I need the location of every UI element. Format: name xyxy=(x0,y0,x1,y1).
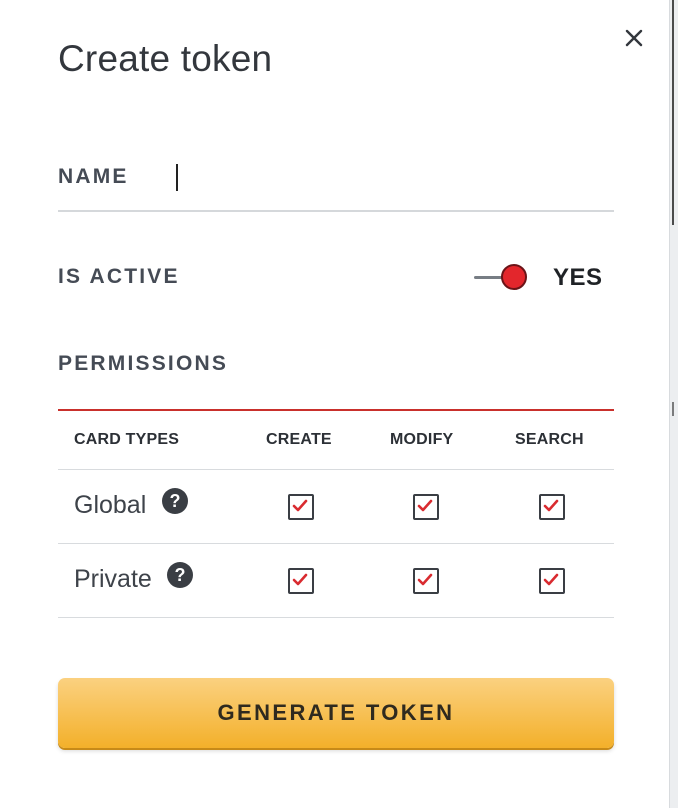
edge-shadow xyxy=(672,0,674,225)
checkmark-icon xyxy=(417,573,433,586)
column-header-card-types: CARD TYPES xyxy=(74,431,180,448)
question-circle-icon[interactable]: ? xyxy=(162,488,188,514)
table-row: Private ? xyxy=(58,544,614,618)
private-modify-checkbox[interactable] xyxy=(413,568,439,594)
global-modify-checkbox[interactable] xyxy=(413,494,439,520)
create-token-dialog: Create token NAME IS ACTIVE YES PERMISSI… xyxy=(0,0,670,808)
global-create-checkbox[interactable] xyxy=(288,494,314,520)
column-header-modify: MODIFY xyxy=(390,431,454,448)
close-button[interactable] xyxy=(622,26,646,50)
name-input[interactable] xyxy=(166,154,614,212)
checkmark-icon xyxy=(417,499,433,512)
card-type-name: Global xyxy=(74,491,147,519)
question-circle-icon[interactable]: ? xyxy=(167,562,193,588)
permissions-table: CARD TYPES CREATE MODIFY SEARCH Global ?… xyxy=(58,409,614,618)
global-search-checkbox[interactable] xyxy=(539,494,565,520)
dialog-title: Create token xyxy=(58,38,273,79)
table-row: Global ? xyxy=(58,470,614,544)
toggle-knob[interactable] xyxy=(501,264,527,290)
private-search-checkbox[interactable] xyxy=(539,568,565,594)
window-edge xyxy=(669,0,678,808)
card-type-name: Private xyxy=(74,565,152,593)
private-create-checkbox[interactable] xyxy=(288,568,314,594)
is-active-state: YES xyxy=(553,264,603,291)
checkmark-icon xyxy=(543,499,559,512)
column-header-search: SEARCH xyxy=(515,431,584,448)
checkmark-icon xyxy=(292,499,308,512)
close-icon[interactable] xyxy=(622,26,646,50)
checkmark-icon xyxy=(292,573,308,586)
checkmark-icon xyxy=(543,573,559,586)
is-active-label: IS ACTIVE xyxy=(58,265,180,288)
edge-shadow xyxy=(672,402,674,416)
name-label: NAME xyxy=(58,165,129,188)
text-caret xyxy=(176,164,178,191)
permissions-label: PERMISSIONS xyxy=(58,352,229,375)
column-header-create: CREATE xyxy=(266,431,332,448)
name-underline xyxy=(58,210,168,212)
table-header-row: CARD TYPES CREATE MODIFY SEARCH xyxy=(58,411,614,470)
generate-token-button[interactable]: GENERATE TOKEN xyxy=(58,678,614,748)
is-active-toggle[interactable] xyxy=(474,262,532,294)
